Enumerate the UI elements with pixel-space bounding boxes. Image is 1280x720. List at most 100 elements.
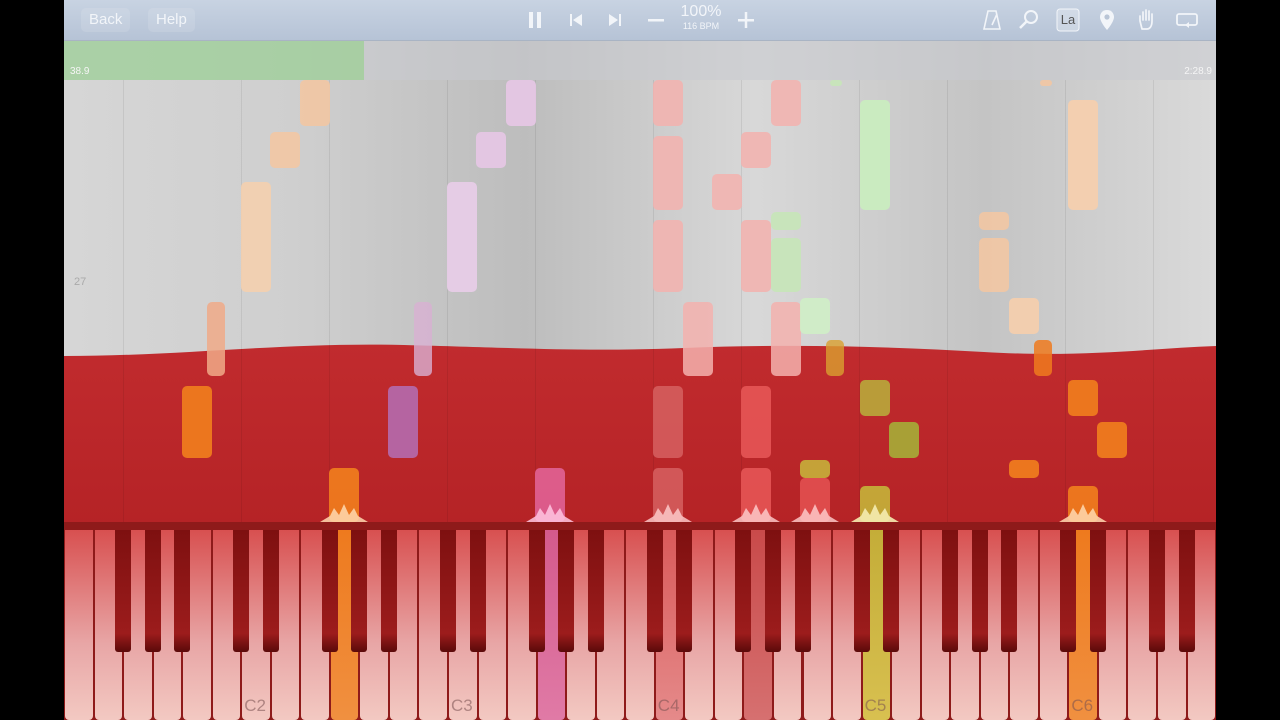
key-spark bbox=[732, 504, 780, 522]
black-key[interactable] bbox=[1089, 530, 1106, 652]
black-key[interactable] bbox=[676, 530, 693, 652]
black-key[interactable] bbox=[1001, 530, 1018, 652]
key-spark bbox=[1059, 504, 1107, 522]
timeline-progress bbox=[64, 40, 364, 80]
black-key[interactable] bbox=[1060, 530, 1077, 652]
octave-label: C5 bbox=[864, 696, 887, 715]
black-key[interactable] bbox=[233, 530, 250, 652]
note bbox=[388, 386, 418, 458]
help-button[interactable]: Help bbox=[148, 8, 195, 32]
note bbox=[506, 80, 536, 126]
black-key[interactable] bbox=[587, 530, 604, 652]
note bbox=[1068, 380, 1098, 416]
note bbox=[182, 386, 212, 458]
black-key[interactable] bbox=[942, 530, 959, 652]
note bbox=[1097, 422, 1127, 458]
black-key[interactable] bbox=[883, 530, 900, 652]
note bbox=[1034, 340, 1052, 376]
pause-icon[interactable] bbox=[523, 8, 547, 32]
note bbox=[979, 212, 1009, 230]
black-key[interactable] bbox=[528, 530, 545, 652]
black-key[interactable] bbox=[262, 530, 279, 652]
black-key[interactable] bbox=[380, 530, 397, 652]
black-key[interactable] bbox=[351, 530, 368, 652]
timeline-bar[interactable]: 38.9 2:28.9 bbox=[64, 40, 1216, 80]
black-key[interactable] bbox=[440, 530, 457, 652]
pin-icon[interactable] bbox=[1095, 8, 1119, 32]
key-spark bbox=[320, 504, 368, 522]
black-key[interactable] bbox=[646, 530, 663, 652]
zoom-percent: 100% bbox=[680, 3, 722, 20]
black-key[interactable] bbox=[144, 530, 161, 652]
note bbox=[653, 386, 683, 458]
black-key[interactable] bbox=[469, 530, 486, 652]
loop-icon[interactable] bbox=[1175, 8, 1199, 32]
note bbox=[712, 174, 742, 210]
note bbox=[771, 302, 801, 376]
note bbox=[800, 298, 830, 334]
note bbox=[1040, 80, 1052, 86]
black-key[interactable] bbox=[1148, 530, 1165, 652]
black-key[interactable] bbox=[174, 530, 191, 652]
tempo-display: 100% 116 BPM bbox=[668, 3, 734, 32]
note bbox=[653, 220, 683, 292]
octave-label: C2 bbox=[244, 696, 266, 715]
note bbox=[1009, 460, 1039, 478]
current-time: 38.9 bbox=[70, 66, 90, 77]
key-spark bbox=[791, 504, 839, 522]
octave-label: C3 bbox=[451, 696, 473, 715]
plus-icon[interactable] bbox=[734, 8, 758, 32]
note bbox=[300, 80, 330, 126]
note bbox=[447, 182, 477, 292]
metronome-icon[interactable] bbox=[980, 8, 1004, 32]
key-spark bbox=[526, 504, 574, 522]
note bbox=[771, 212, 801, 230]
piano-roll-app: 27 C2 C3 C4 C5 C6 38.9 2:28.9 Back Help … bbox=[64, 0, 1216, 720]
total-time: 2:28.9 bbox=[1184, 66, 1212, 77]
measure-number: 27 bbox=[74, 276, 87, 288]
tempo-bpm: 116 BPM bbox=[682, 21, 720, 31]
note bbox=[653, 136, 683, 210]
black-key[interactable] bbox=[764, 530, 781, 652]
black-key[interactable] bbox=[735, 530, 752, 652]
note bbox=[741, 132, 771, 168]
note bbox=[1009, 298, 1039, 334]
skip-back-icon[interactable] bbox=[564, 8, 588, 32]
note bbox=[653, 80, 683, 126]
black-key[interactable] bbox=[853, 530, 870, 652]
note bbox=[414, 302, 432, 376]
note bbox=[741, 386, 771, 458]
magnifier-icon[interactable] bbox=[1017, 8, 1041, 32]
la-label-icon[interactable]: La bbox=[1056, 8, 1080, 32]
black-key[interactable] bbox=[794, 530, 811, 652]
la-label-text: La bbox=[1060, 12, 1076, 27]
hand-icon[interactable] bbox=[1135, 8, 1159, 32]
black-key[interactable] bbox=[115, 530, 132, 652]
note bbox=[1068, 100, 1098, 210]
back-button[interactable]: Back bbox=[81, 8, 131, 32]
note bbox=[860, 100, 890, 210]
note bbox=[241, 182, 271, 292]
note bbox=[771, 80, 801, 126]
note bbox=[270, 132, 300, 168]
note bbox=[771, 238, 801, 292]
minus-icon[interactable] bbox=[644, 8, 668, 32]
note bbox=[826, 340, 844, 376]
octave-label: C4 bbox=[657, 696, 680, 715]
note bbox=[476, 132, 506, 168]
note bbox=[889, 422, 919, 458]
key-spark bbox=[644, 504, 692, 522]
skip-forward-icon[interactable] bbox=[603, 8, 627, 32]
top-toolbar: Back Help 100% 116 BPM La bbox=[64, 0, 1216, 41]
note bbox=[683, 302, 713, 376]
black-key[interactable] bbox=[321, 530, 338, 652]
note bbox=[207, 302, 225, 376]
black-key[interactable] bbox=[1178, 530, 1195, 652]
piano-keyboard[interactable]: C2 C3 C4 C5 C6 bbox=[64, 522, 1216, 720]
octave-label: C6 bbox=[1071, 696, 1094, 715]
note bbox=[830, 80, 842, 86]
note bbox=[860, 380, 890, 416]
black-key[interactable] bbox=[558, 530, 575, 652]
white-key[interactable] bbox=[65, 530, 93, 720]
black-key[interactable] bbox=[971, 530, 988, 652]
